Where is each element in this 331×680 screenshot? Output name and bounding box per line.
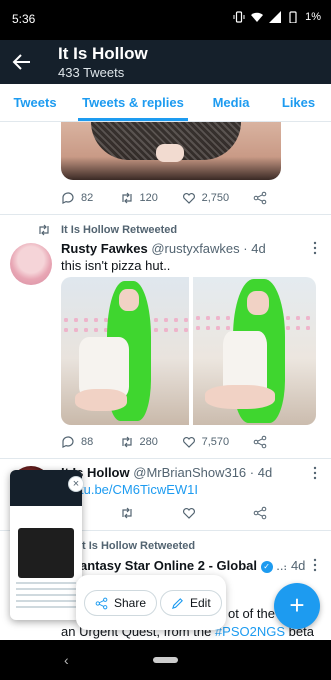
screenshot-thumbnail[interactable] xyxy=(10,470,82,620)
nav-back-icon[interactable]: ‹ xyxy=(64,652,69,668)
share-label: Share xyxy=(114,596,147,610)
tweet-text: this isn't pizza hut.. xyxy=(61,258,171,273)
retweet-button[interactable]: 280 xyxy=(120,435,182,449)
like-count: 7,570 xyxy=(201,436,230,448)
vibrate-icon xyxy=(233,11,245,23)
reply-count: 88 xyxy=(81,436,94,448)
share-icon xyxy=(253,506,266,520)
battery-level: 1% xyxy=(305,11,321,23)
thumbnail-lines xyxy=(16,582,76,608)
pencil-icon xyxy=(171,597,183,609)
retweet-indicator: t Is Hollow Retweeted xyxy=(82,540,195,552)
reply-icon xyxy=(62,436,74,448)
tweet-time-wrap: · 4d xyxy=(283,558,305,573)
reply-icon xyxy=(62,192,74,204)
retweet-label[interactable]: It Is Hollow Retweeted xyxy=(61,224,177,236)
tweet-actions xyxy=(61,503,311,523)
system-navigation-bar: ‹ xyxy=(0,640,331,680)
tweet-media-image[interactable] xyxy=(193,277,316,425)
screenshot-actions-panel: Share Edit xyxy=(76,575,226,630)
like-button[interactable] xyxy=(182,506,253,520)
reply-button[interactable]: 82 xyxy=(61,191,120,205)
retweet-icon xyxy=(121,507,132,519)
share-button[interactable]: Share xyxy=(84,590,158,616)
profile-name: It Is Hollow xyxy=(58,44,148,63)
more-options-icon[interactable] xyxy=(313,558,317,572)
author-name[interactable]: antasy Star Online 2 - Global xyxy=(80,558,257,573)
tweet-media-image[interactable] xyxy=(61,277,189,425)
share-tweet-button[interactable] xyxy=(253,435,312,449)
tab-tweets-and-replies[interactable]: Tweets & replies xyxy=(70,84,196,121)
retweet-count: 120 xyxy=(139,192,158,204)
retweet-button[interactable]: 120 xyxy=(120,191,182,205)
compose-tweet-button[interactable]: + xyxy=(274,583,320,629)
retweet-button[interactable] xyxy=(120,506,182,520)
like-button[interactable]: 2,750 xyxy=(182,191,253,205)
tweet-time: · 4d xyxy=(243,241,266,256)
author-handle[interactable]: @rustyxfawkes xyxy=(151,241,239,256)
retweet-icon xyxy=(121,192,132,204)
share-icon xyxy=(95,597,108,609)
status-icons: 1% xyxy=(233,11,321,23)
hashtag-link[interactable]: #PSO2NGS xyxy=(215,624,285,639)
more-options-icon[interactable] xyxy=(313,466,317,480)
more-options-icon[interactable] xyxy=(313,241,317,255)
divider xyxy=(0,458,331,459)
profile-header: It Is Hollow 433 Tweets xyxy=(0,40,331,84)
tab-likes[interactable]: Likes xyxy=(266,84,331,121)
tweet-author: antasy Star Online 2 - Global ✓ ... xyxy=(80,558,287,573)
share-tweet-button[interactable] xyxy=(253,506,312,520)
retweet-icon xyxy=(39,224,49,236)
verified-badge-icon: ✓ xyxy=(260,560,273,573)
divider xyxy=(0,214,331,215)
tab-media[interactable]: Media xyxy=(196,84,266,121)
tweet-actions: 82 120 2,750 xyxy=(61,188,311,208)
tweet-actions: 88 280 7,570 xyxy=(61,432,311,452)
tab-tweets[interactable]: Tweets xyxy=(0,84,70,121)
nav-home-pill[interactable] xyxy=(153,657,178,663)
heart-icon xyxy=(182,508,195,519)
retweet-indicator: It Is Hollow Retweeted xyxy=(37,223,177,237)
media-content xyxy=(205,385,275,409)
tweet-author: It Is Hollow @MrBrianShow316 · 4d xyxy=(61,465,272,480)
media-detail xyxy=(156,144,184,162)
thumbnail-image xyxy=(18,528,74,578)
profile-tabs: Tweets Tweets & replies Media Likes xyxy=(0,84,331,122)
tweet-count: 433 Tweets xyxy=(58,65,125,80)
author-handle[interactable]: @MrBrianShow316 xyxy=(133,465,246,480)
edit-button[interactable]: Edit xyxy=(160,590,222,616)
wifi-icon xyxy=(251,12,264,22)
status-time: 5:36 xyxy=(12,12,36,26)
retweet-icon xyxy=(121,436,132,448)
tweet-text: ot of the xyxy=(228,606,275,621)
retweet-count: 280 xyxy=(139,436,158,448)
edit-label: Edit xyxy=(190,596,211,610)
tweet-link[interactable]: tu.be/CM6TicwEW1I xyxy=(80,482,198,497)
share-icon xyxy=(253,191,266,205)
media-content xyxy=(247,291,269,315)
heart-icon xyxy=(182,437,195,448)
tweet-time: · 4d xyxy=(249,465,273,480)
share-icon xyxy=(253,435,266,449)
reply-button[interactable]: 88 xyxy=(61,435,120,449)
retweet-label[interactable]: t Is Hollow Retweeted xyxy=(82,540,195,552)
heart-icon xyxy=(182,193,195,204)
plus-icon: + xyxy=(289,590,305,620)
like-count: 2,750 xyxy=(201,192,230,204)
close-icon[interactable]: × xyxy=(68,476,84,492)
media-content xyxy=(75,389,127,411)
avatar[interactable] xyxy=(10,243,52,285)
status-bar: 5:36 1% xyxy=(0,0,331,40)
back-arrow-icon[interactable] xyxy=(12,52,32,72)
tweet-author: Rusty Fawkes @rustyxfawkes · 4d xyxy=(61,241,266,256)
like-button[interactable]: 7,570 xyxy=(182,435,253,449)
battery-icon xyxy=(289,11,297,23)
tweet-media-image[interactable] xyxy=(61,122,281,180)
author-name[interactable]: Rusty Fawkes xyxy=(61,241,148,256)
share-tweet-button[interactable] xyxy=(253,191,312,205)
tweet-time: · 4d xyxy=(283,558,306,573)
signal-icon xyxy=(269,11,282,23)
media-content xyxy=(119,289,139,311)
reply-count: 82 xyxy=(81,192,94,204)
